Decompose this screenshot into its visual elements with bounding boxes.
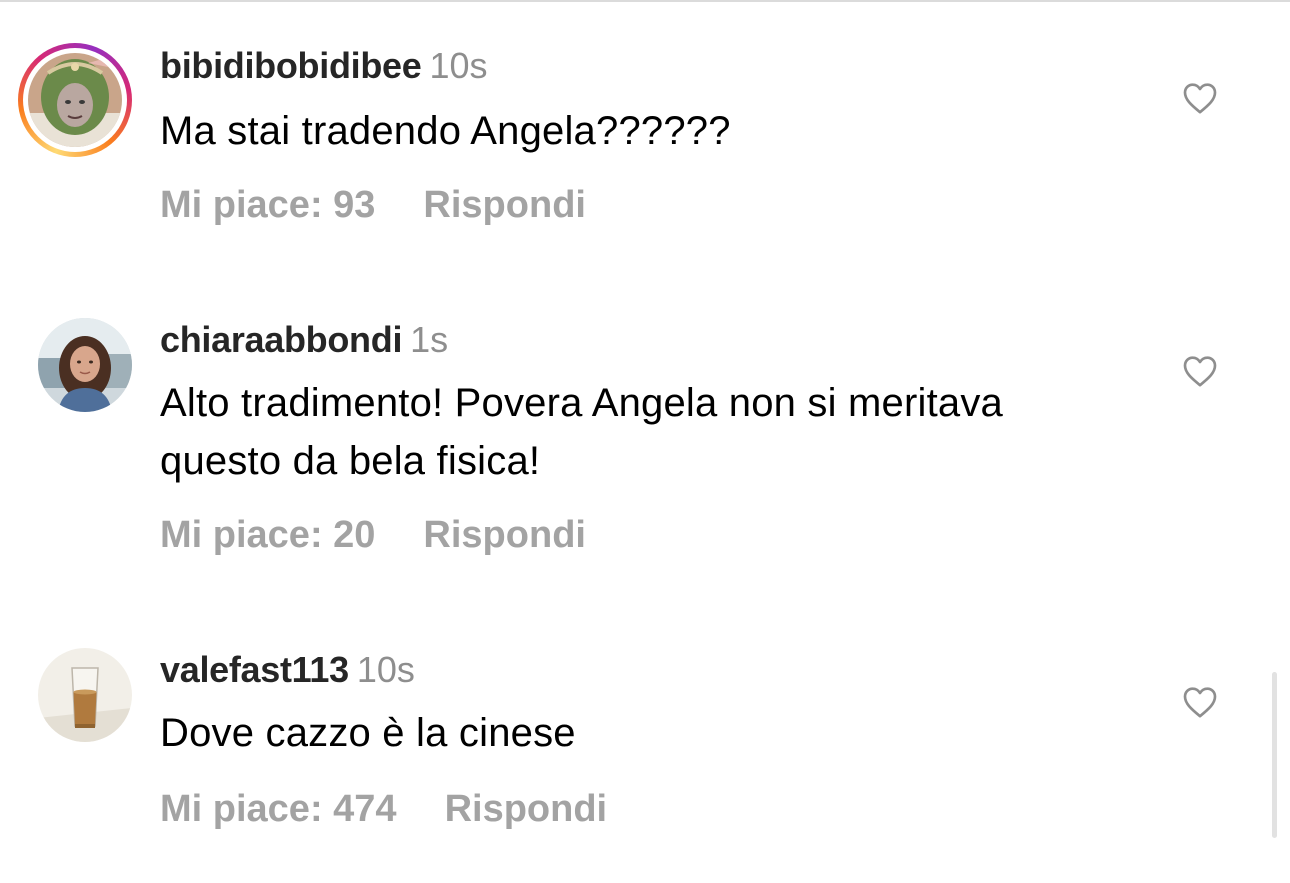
comment-text: Alto tradimento! Povera Angela non si me… (160, 381, 1003, 483)
likes-count[interactable]: Mi piace: 93 (160, 182, 375, 228)
comment-text: Dove cazzo è la cinese (160, 711, 576, 755)
heart-icon[interactable] (1180, 682, 1220, 722)
comment-actions: Mi piace: 474 Rispondi (160, 786, 607, 832)
comment-actions: Mi piace: 93 Rispondi (160, 182, 586, 228)
avatar[interactable] (38, 648, 132, 742)
comment-actions: Mi piace: 20 Rispondi (160, 512, 586, 558)
avatar[interactable] (28, 53, 122, 147)
top-divider (0, 0, 1290, 2)
comment-header: valefast113 10s (160, 648, 415, 692)
avatar-glass-photo-icon (38, 648, 132, 742)
username[interactable]: chiaraabbondi (160, 319, 402, 360)
comment-header: chiaraabbondi 1s (160, 318, 448, 362)
likes-count[interactable]: Mi piace: 474 (160, 786, 397, 832)
reply-button[interactable]: Rispondi (423, 512, 586, 558)
scrollbar[interactable] (1272, 672, 1277, 838)
heart-icon[interactable] (1180, 78, 1220, 118)
username[interactable]: valefast113 (160, 649, 349, 690)
comment-header: bibidibobidibee 10s (160, 44, 488, 88)
reply-button[interactable]: Rispondi (423, 182, 586, 228)
avatar-green-hair-icon (28, 53, 122, 147)
timestamp: 10s (429, 45, 488, 86)
heart-icon[interactable] (1180, 351, 1220, 391)
timestamp: 10s (356, 649, 415, 690)
comment-text: Ma stai tradendo Angela?????? (160, 109, 731, 153)
reply-button[interactable]: Rispondi (445, 786, 608, 832)
timestamp: 1s (410, 319, 449, 360)
avatar[interactable] (38, 318, 132, 412)
story-ring[interactable] (18, 43, 132, 157)
avatar-woman-photo-icon (38, 318, 132, 412)
username[interactable]: bibidibobidibee (160, 45, 422, 86)
likes-count[interactable]: Mi piace: 20 (160, 512, 375, 558)
